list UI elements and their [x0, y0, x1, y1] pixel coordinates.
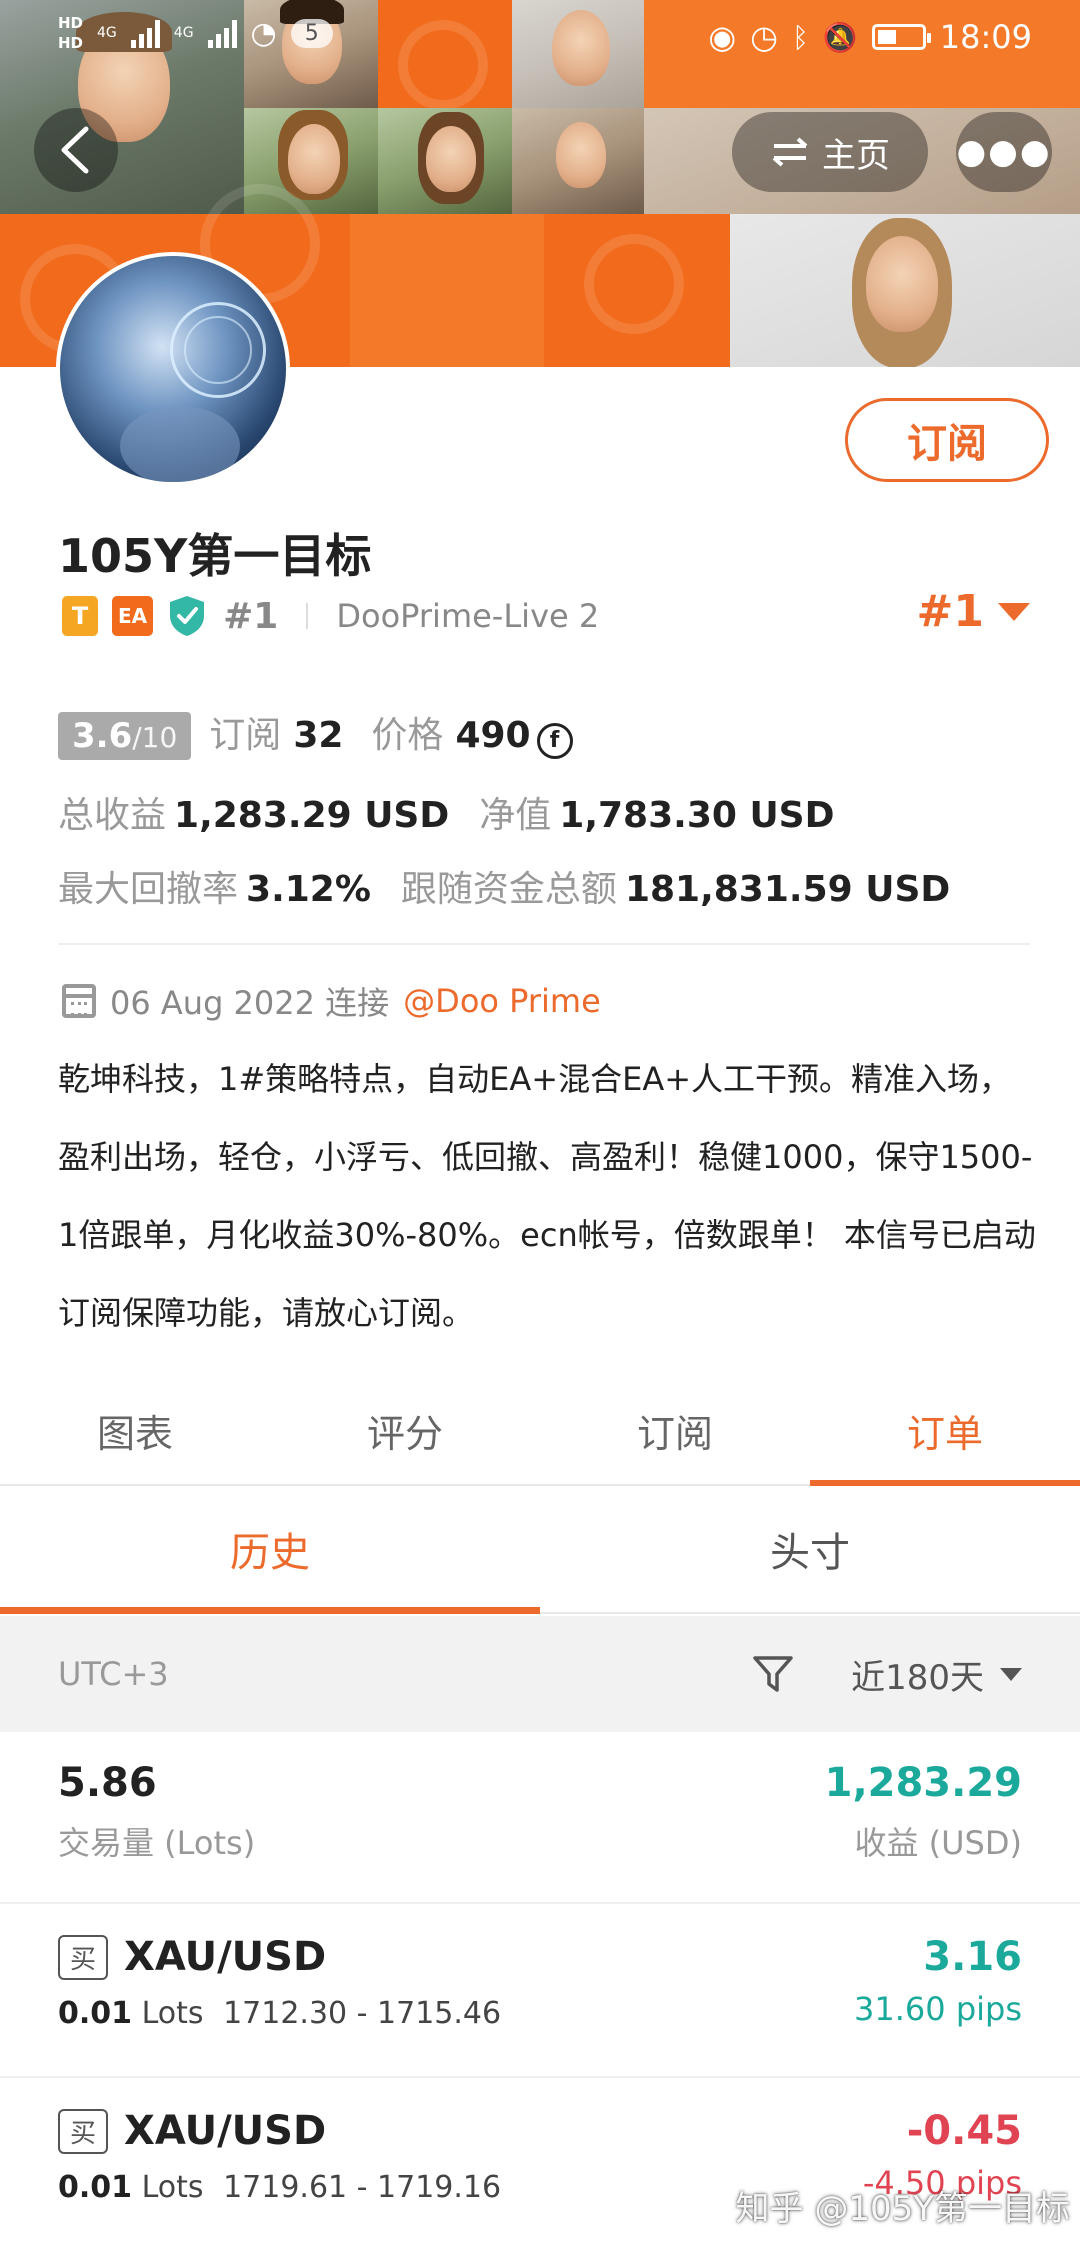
volume-label: 交易量 (Lots) — [58, 1824, 256, 1862]
period-select[interactable]: 近180天 — [851, 1650, 1022, 1699]
subscribe-count-label: 订阅 — [209, 715, 282, 756]
coin-icon: f — [536, 722, 573, 759]
connection-date: 06 Aug 2022 连接 — [110, 984, 390, 1022]
tab-chart[interactable]: 图表 — [0, 1376, 270, 1484]
avatar — [56, 252, 290, 486]
order-lots-unit: Lots — [141, 2170, 204, 2205]
order-side-badge: 买 — [58, 1934, 109, 1980]
calendar-icon — [62, 984, 96, 1018]
score-badge: 3.6/10 — [58, 712, 192, 760]
order-symbol: XAU/USD — [124, 2108, 327, 2154]
order-symbol: XAU/USD — [124, 1934, 327, 1980]
switch-icon — [772, 137, 808, 167]
order-lots: 0.01 — [58, 1996, 133, 2031]
battery-icon — [871, 24, 931, 50]
tab-orders[interactable]: 订单 — [810, 1376, 1080, 1486]
follow-funds-label: 跟随资金总额 — [400, 869, 617, 910]
signal-icon — [207, 18, 237, 48]
max-drawdown-value: 3.12% — [246, 869, 371, 910]
tab-history[interactable]: 历史 — [0, 1486, 540, 1614]
tag-ea-badge: EA — [112, 596, 154, 636]
price-label: 价格 — [371, 715, 444, 756]
mute-icon: 🔕 — [822, 20, 858, 54]
subscribe-count-value: 32 — [293, 715, 344, 756]
home-label: 主页 — [822, 135, 890, 176]
filter-icon[interactable] — [751, 1652, 795, 1696]
rank-value: #1 — [916, 586, 984, 637]
notification-count: 5 — [290, 18, 333, 48]
order-side-badge: 买 — [58, 2108, 109, 2154]
equity-label: 净值 — [479, 795, 552, 836]
bluetooth-icon: ᛒ — [792, 20, 809, 54]
banner-tile — [544, 214, 730, 367]
order-pnl: -0.45 — [906, 2108, 1022, 2154]
total-profit-label: 总收益 — [58, 795, 167, 836]
order-pips: 31.60 pips — [854, 1990, 1022, 2028]
stats-row-profit: 总收益 1,283.29 USD 净值 1,783.30 USD — [58, 786, 835, 838]
connection-info: 06 Aug 2022 连接 @Doo Prime — [62, 978, 601, 1024]
order-subtabs: 历史 头寸 — [0, 1486, 1080, 1614]
signal-tags: T EA #1 DooPrime-Live 2 — [62, 594, 599, 638]
price-value: 490 — [455, 715, 531, 756]
profit-label: 收益 (USD) — [854, 1824, 1022, 1862]
status-bar: HD HD 4G 4G ◔ 5 ◉ ◷ ᛒ 🔕 18:09 — [0, 0, 1080, 80]
alarm-icon: ◷ — [750, 18, 779, 56]
chevron-down-icon — [1000, 1667, 1022, 1681]
divider — [306, 603, 309, 629]
banner-photo — [512, 108, 644, 214]
follow-funds-value: 181,831.59 USD — [624, 869, 951, 910]
stats-row-score: 3.6/10 订阅 32 价格 490 f — [58, 706, 573, 760]
max-drawdown-label: 最大回撤率 — [58, 869, 239, 910]
total-profit-value: 1,283.29 USD — [174, 795, 450, 836]
subscribe-button[interactable]: 订阅 — [845, 398, 1049, 482]
signal-type: 4G — [97, 25, 117, 41]
order-row[interactable]: 买 XAU/USD 0.01 Lots 1712.30 - 1715.46 3.… — [0, 1906, 1080, 2078]
banner-photo — [730, 214, 1080, 367]
banner-photo — [378, 108, 512, 214]
chevron-down-icon — [998, 602, 1030, 621]
volume-value: 5.86 — [58, 1760, 157, 1806]
order-pnl: 3.16 — [923, 1934, 1022, 1980]
network-type-indicator: HD HD — [58, 14, 84, 52]
broker-link[interactable]: @Doo Prime — [403, 982, 601, 1020]
clock: 18:09 — [939, 18, 1032, 56]
main-tabs: 图表 评分 订阅 订单 — [0, 1376, 1080, 1486]
watermark: 知乎 @105Y第一目标 — [735, 2189, 1070, 2229]
profit-value: 1,283.29 — [824, 1760, 1022, 1806]
rank-badge: #1 — [223, 595, 279, 637]
eye-comfort-icon: ◉ — [708, 18, 737, 56]
verified-shield-icon — [170, 596, 205, 636]
back-button[interactable] — [34, 108, 118, 192]
history-summary: 5.86 交易量 (Lots) 1,283.29 收益 (USD) — [0, 1732, 1080, 1904]
signal-icon — [130, 18, 160, 48]
tab-subscribe[interactable]: 订阅 — [540, 1376, 810, 1484]
signal-name: 105Y第一目标 — [58, 529, 372, 583]
order-prices: 1719.61 - 1719.16 — [223, 2170, 502, 2205]
timezone-label: UTC+3 — [58, 1655, 169, 1693]
home-button[interactable]: 主页 — [732, 112, 928, 192]
back-arrow-icon — [61, 126, 89, 174]
rank-dropdown[interactable]: #1 — [917, 586, 1030, 637]
order-lots-unit: Lots — [141, 1996, 204, 2031]
order-prices: 1712.30 - 1715.46 — [223, 1996, 502, 2031]
more-icon: ●●● — [956, 132, 1052, 172]
signal-description: 乾坤科技，1#策略特点，自动EA+混合EA+人工干预。精准入场，盈利出场，轻仓，… — [58, 1060, 1036, 1332]
more-button[interactable]: ●●● — [956, 112, 1052, 192]
banner-tile — [350, 214, 544, 367]
equity-value: 1,783.30 USD — [559, 795, 835, 836]
period-value: 近180天 — [851, 1657, 984, 1698]
order-lots: 0.01 — [58, 2170, 133, 2205]
server-name: DooPrime-Live 2 — [336, 597, 600, 635]
signal-type: 4G — [173, 25, 194, 41]
tab-rating[interactable]: 评分 — [270, 1376, 540, 1484]
tag-t-badge: T — [62, 596, 98, 636]
wifi-icon: ◔ — [250, 15, 277, 51]
divider — [58, 943, 1030, 945]
stats-row-drawdown: 最大回撤率 3.12% 跟随资金总额 181,831.59 USD — [58, 860, 950, 912]
filter-bar: UTC+3 近180天 — [0, 1616, 1080, 1732]
tab-positions[interactable]: 头寸 — [540, 1486, 1080, 1612]
